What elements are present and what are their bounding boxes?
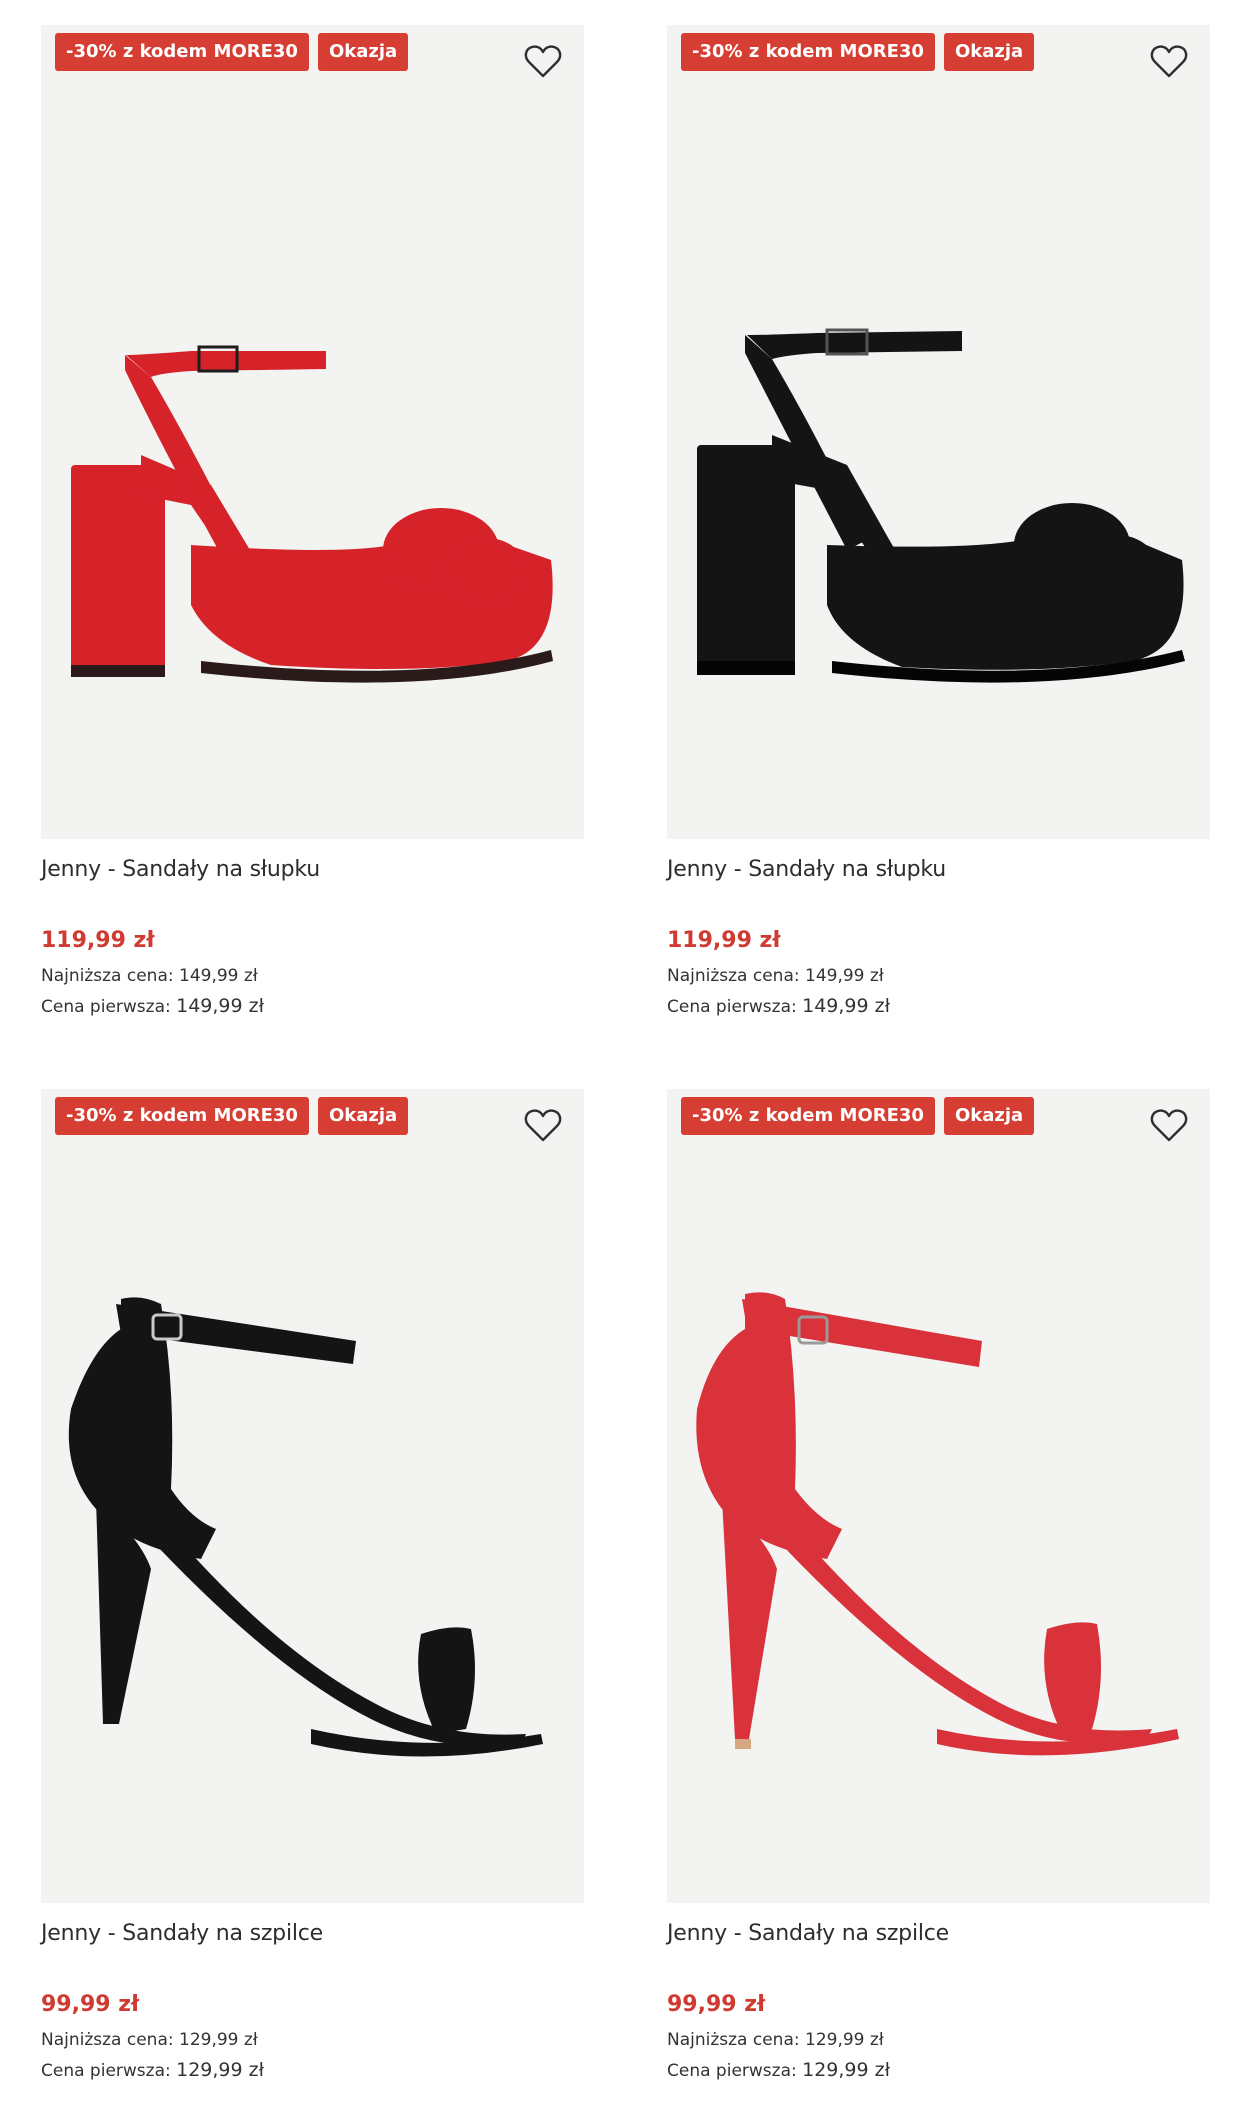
heart-outline-icon[interactable] xyxy=(524,43,562,79)
product-name[interactable]: Jenny - Sandały na słupku xyxy=(667,855,1210,885)
promo-code-badge: -30% z kodem MORE30 xyxy=(681,1097,935,1135)
first-price-value: 149,99 zł xyxy=(176,995,265,1017)
first-price-value: 129,99 zł xyxy=(176,2059,265,2081)
heart-outline-icon[interactable] xyxy=(524,1107,562,1143)
first-price-value: 129,99 zł xyxy=(802,2059,891,2081)
first-price-row: Cena pierwsza: 149,99 zł xyxy=(667,991,1210,1022)
first-price-label: Cena pierwsza: xyxy=(667,2061,797,2081)
product-image[interactable]: -30% z kodem MORE30 Okazja xyxy=(667,1089,1210,1903)
product-card[interactable]: -30% z kodem MORE30 Okazja Jenny - Sanda… xyxy=(41,25,584,1022)
lowest-price-row: Najniższa cena: 129,99 zł xyxy=(41,2025,584,2055)
first-price-row: Cena pierwsza: 129,99 zł xyxy=(667,2055,1210,2086)
product-card[interactable]: -30% z kodem MORE30 Okazja Jenny - Sanda… xyxy=(667,25,1210,1022)
product-image[interactable]: -30% z kodem MORE30 Okazja xyxy=(41,25,584,839)
sale-price: 119,99 zł xyxy=(41,928,155,953)
promo-code-badge: -30% z kodem MORE30 xyxy=(681,33,935,71)
first-price-label: Cena pierwsza: xyxy=(667,997,797,1017)
lowest-price-value: 129,99 zł xyxy=(179,2030,258,2050)
lowest-price-label: Najniższa cena: xyxy=(41,966,174,986)
deal-badge: Okazja xyxy=(317,33,409,71)
product-card[interactable]: -30% z kodem MORE30 Okazja Jenny - Sanda… xyxy=(41,1089,584,2086)
product-name[interactable]: Jenny - Sandały na szpilce xyxy=(667,1919,1210,1949)
first-price-row: Cena pierwsza: 129,99 zł xyxy=(41,2055,584,2086)
lowest-price-value: 149,99 zł xyxy=(179,966,258,986)
first-price-value: 149,99 zł xyxy=(802,995,891,1017)
badge-group: -30% z kodem MORE30 Okazja xyxy=(55,33,409,71)
lowest-price-label: Najniższa cena: xyxy=(667,2030,800,2050)
badge-group: -30% z kodem MORE30 Okazja xyxy=(681,33,1035,71)
product-image[interactable]: -30% z kodem MORE30 Okazja xyxy=(667,25,1210,839)
first-price-label: Cena pierwsza: xyxy=(41,2061,171,2081)
first-price-row: Cena pierwsza: 149,99 zł xyxy=(41,991,584,1022)
promo-code-badge: -30% z kodem MORE30 xyxy=(55,33,309,71)
badge-group: -30% z kodem MORE30 Okazja xyxy=(681,1097,1035,1135)
product-name[interactable]: Jenny - Sandały na szpilce xyxy=(41,1919,584,1949)
stiletto-sandal-image xyxy=(696,1292,1179,1756)
lowest-price-value: 129,99 zł xyxy=(805,2030,884,2050)
block-heel-satin-sandal-image xyxy=(71,345,553,683)
deal-badge: Okazja xyxy=(943,1097,1035,1135)
product-name[interactable]: Jenny - Sandały na słupku xyxy=(41,855,584,885)
first-price-label: Cena pierwsza: xyxy=(41,997,171,1017)
lowest-price-label: Najniższa cena: xyxy=(667,966,800,986)
sale-price: 99,99 zł xyxy=(667,1992,766,2017)
badge-group: -30% z kodem MORE30 Okazja xyxy=(55,1097,409,1135)
lowest-price-row: Najniższa cena: 129,99 zł xyxy=(667,2025,1210,2055)
heart-outline-icon[interactable] xyxy=(1150,43,1188,79)
lowest-price-label: Najniższa cena: xyxy=(41,2030,174,2050)
deal-badge: Okazja xyxy=(943,33,1035,71)
heart-outline-icon[interactable] xyxy=(1150,1107,1188,1143)
block-heel-satin-sandal-image xyxy=(697,328,1185,683)
product-card[interactable]: -30% z kodem MORE30 Okazja Jenny - Sanda… xyxy=(667,1089,1210,2086)
lowest-price-row: Najniższa cena: 149,99 zł xyxy=(41,961,584,991)
stiletto-sandal-image xyxy=(68,1297,543,1757)
sale-price: 119,99 zł xyxy=(667,928,781,953)
deal-badge: Okazja xyxy=(317,1097,409,1135)
product-image[interactable]: -30% z kodem MORE30 Okazja xyxy=(41,1089,584,1903)
promo-code-badge: -30% z kodem MORE30 xyxy=(55,1097,309,1135)
sale-price: 99,99 zł xyxy=(41,1992,140,2017)
lowest-price-value: 149,99 zł xyxy=(805,966,884,986)
lowest-price-row: Najniższa cena: 149,99 zł xyxy=(667,961,1210,991)
